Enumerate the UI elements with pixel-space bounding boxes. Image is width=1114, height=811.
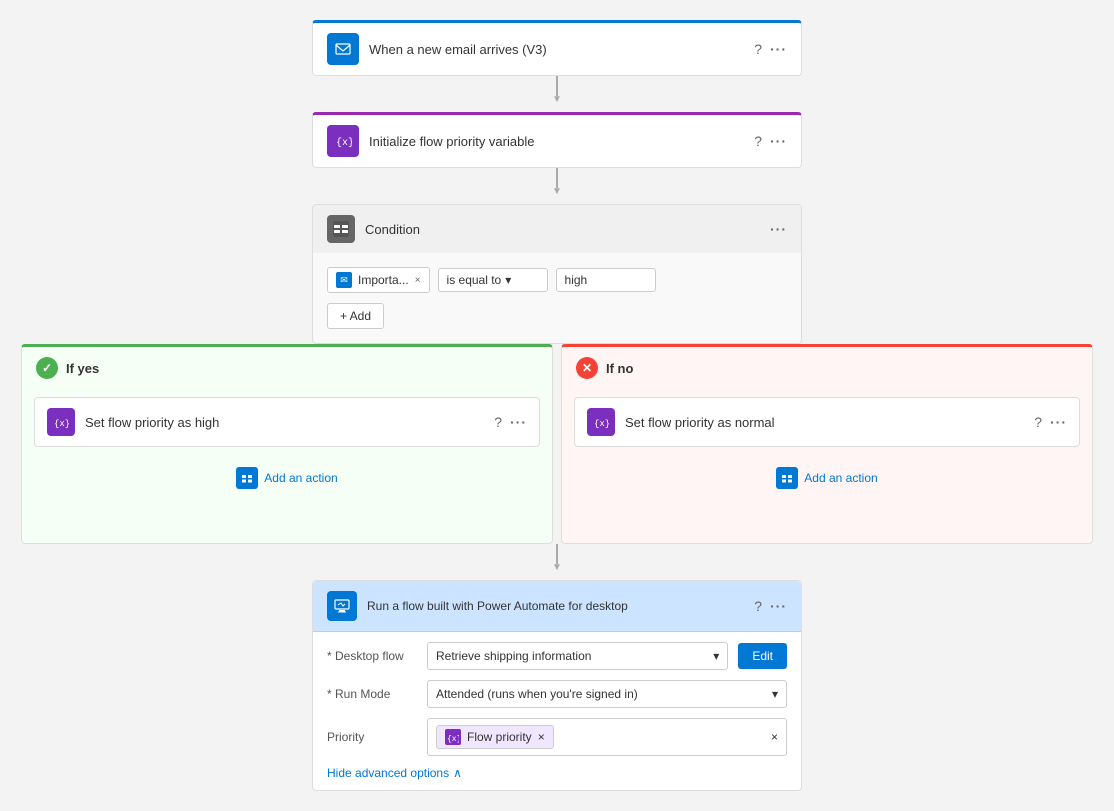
- add-action-no-btn[interactable]: Add an action: [574, 459, 1080, 497]
- condition-header: Condition ···: [313, 205, 801, 253]
- condition-operator[interactable]: is equal to ▾: [438, 268, 548, 292]
- run-mode-dropdown-icon: ▾: [772, 687, 778, 701]
- desktop-flow-label: * Desktop flow: [327, 649, 417, 663]
- desktop-flow-body: * Desktop flow Retrieve shipping informa…: [313, 632, 801, 790]
- set-high-title: Set flow priority as high: [85, 415, 484, 430]
- email-trigger-actions: ? ···: [754, 41, 787, 57]
- branch-no-label: If no: [606, 361, 633, 376]
- priority-chip: {x} Flow priority ×: [436, 725, 554, 749]
- condition-value[interactable]: high: [556, 268, 656, 292]
- add-action-yes-icon: [236, 467, 258, 489]
- set-normal-more-icon[interactable]: ···: [1050, 414, 1067, 430]
- branch-no-header: ✕ If no: [562, 347, 1092, 389]
- branch-yes-label: If yes: [66, 361, 99, 376]
- run-mode-field-row: * Run Mode Attended (runs when you're si…: [327, 680, 787, 708]
- condition-actions: ···: [770, 221, 787, 237]
- run-mode-value: Attended (runs when you're signed in): [436, 687, 638, 701]
- priority-field-row: Priority {x} Flow priority × ×: [327, 718, 787, 756]
- condition-card: Condition ··· ✉ Importa... × is equal to: [312, 204, 802, 344]
- set-high-actions: ? ···: [494, 414, 527, 430]
- svg-text:{x}: {x}: [594, 419, 609, 429]
- desktop-flow-value: Retrieve shipping information: [436, 649, 591, 663]
- priority-chip-icon: {x}: [445, 729, 461, 745]
- init-more-icon[interactable]: ···: [770, 133, 787, 149]
- branches-container: ✓ If yes {x} Set flow priority as high: [17, 344, 1097, 544]
- desktop-flow-header: Run a flow built with Power Automate for…: [313, 581, 801, 632]
- branch-yes: ✓ If yes {x} Set flow priority as high: [21, 344, 553, 544]
- chip-label: Importa...: [358, 273, 409, 287]
- desktop-more-icon[interactable]: ···: [770, 598, 787, 614]
- variable-icon: {x}: [327, 125, 359, 157]
- desktop-flow-dropdown-icon: ▾: [713, 649, 719, 663]
- desktop-flow-actions: ? ···: [754, 598, 787, 614]
- branch-yes-header: ✓ If yes: [22, 347, 552, 389]
- edit-button[interactable]: Edit: [738, 643, 787, 669]
- set-normal-actions: ? ···: [1034, 414, 1067, 430]
- arrow-3: [552, 544, 562, 580]
- set-high-help-icon[interactable]: ?: [494, 414, 502, 430]
- desktop-flow-title: Run a flow built with Power Automate for…: [367, 599, 744, 613]
- add-action-yes-btn[interactable]: Add an action: [34, 459, 540, 497]
- priority-clear-icon[interactable]: ×: [771, 730, 778, 744]
- chip-email-icon: ✉: [336, 272, 352, 288]
- set-normal-title: Set flow priority as normal: [625, 415, 1024, 430]
- svg-text:{x}: {x}: [336, 137, 352, 149]
- condition-more-icon[interactable]: ···: [770, 221, 787, 237]
- condition-body: ✉ Importa... × is equal to ▾ high + Add: [313, 253, 801, 343]
- priority-label: Priority: [327, 730, 417, 744]
- email-trigger-card: When a new email arrives (V3) ? ···: [312, 20, 802, 76]
- condition-outer: Condition ··· ✉ Importa... × is equal to: [17, 204, 1097, 544]
- set-high-card: {x} Set flow priority as high ? ···: [34, 397, 540, 447]
- set-normal-card: {x} Set flow priority as normal ? ···: [574, 397, 1080, 447]
- run-mode-input[interactable]: Attended (runs when you're signed in) ▾: [427, 680, 787, 708]
- init-variable-card: {x} Initialize flow priority variable ? …: [312, 112, 802, 168]
- arrow-2: [552, 168, 562, 204]
- condition-chip[interactable]: ✉ Importa... ×: [327, 267, 430, 293]
- condition-row: ✉ Importa... × is equal to ▾ high: [327, 267, 787, 293]
- desktop-flow-input[interactable]: Retrieve shipping information ▾: [427, 642, 728, 670]
- branch-yes-content: {x} Set flow priority as high ? ···: [22, 389, 552, 505]
- condition-wrapper: Condition ··· ✉ Importa... × is equal to: [312, 204, 802, 344]
- svg-text:{x}: {x}: [54, 419, 69, 429]
- set-normal-help-icon[interactable]: ?: [1034, 414, 1042, 430]
- set-normal-icon: {x}: [587, 408, 615, 436]
- email-icon: [327, 33, 359, 65]
- email-trigger-title: When a new email arrives (V3): [369, 42, 744, 57]
- run-mode-label: * Run Mode: [327, 687, 417, 701]
- init-help-icon[interactable]: ?: [754, 133, 762, 149]
- set-high-icon: {x}: [47, 408, 75, 436]
- init-variable-title: Initialize flow priority variable: [369, 134, 744, 149]
- flow-canvas: When a new email arrives (V3) ? ··· {x} …: [0, 0, 1114, 811]
- arrow-1: [552, 76, 562, 112]
- hide-advanced-options[interactable]: Hide advanced options ∧: [327, 766, 787, 780]
- desktop-help-icon[interactable]: ?: [754, 598, 762, 614]
- set-high-more-icon[interactable]: ···: [510, 414, 527, 430]
- condition-icon: [327, 215, 355, 243]
- email-help-icon[interactable]: ?: [754, 41, 762, 57]
- svg-text:{x}: {x}: [447, 735, 459, 743]
- email-more-icon[interactable]: ···: [770, 41, 787, 57]
- condition-title: Condition: [365, 222, 760, 237]
- no-icon: ✕: [576, 357, 598, 379]
- branch-no: ✕ If no {x} Set flow priority as normal: [561, 344, 1093, 544]
- priority-chip-label: Flow priority: [467, 730, 532, 744]
- priority-input[interactable]: {x} Flow priority × ×: [427, 718, 787, 756]
- hide-options-label: Hide advanced options: [327, 766, 449, 780]
- yes-icon: ✓: [36, 357, 58, 379]
- add-condition-button[interactable]: + Add: [327, 303, 384, 329]
- add-action-no-icon: [776, 467, 798, 489]
- init-variable-actions: ? ···: [754, 133, 787, 149]
- add-action-yes-label: Add an action: [264, 471, 337, 485]
- branch-no-content: {x} Set flow priority as normal ? ···: [562, 389, 1092, 505]
- priority-chip-close[interactable]: ×: [538, 730, 545, 744]
- desktop-flow-icon: [327, 591, 357, 621]
- chip-close-icon[interactable]: ×: [415, 275, 421, 286]
- desktop-flow-card: Run a flow built with Power Automate for…: [312, 580, 802, 791]
- desktop-flow-field-row: * Desktop flow Retrieve shipping informa…: [327, 642, 787, 670]
- hide-options-chevron-icon: ∧: [453, 766, 462, 780]
- add-action-no-label: Add an action: [804, 471, 877, 485]
